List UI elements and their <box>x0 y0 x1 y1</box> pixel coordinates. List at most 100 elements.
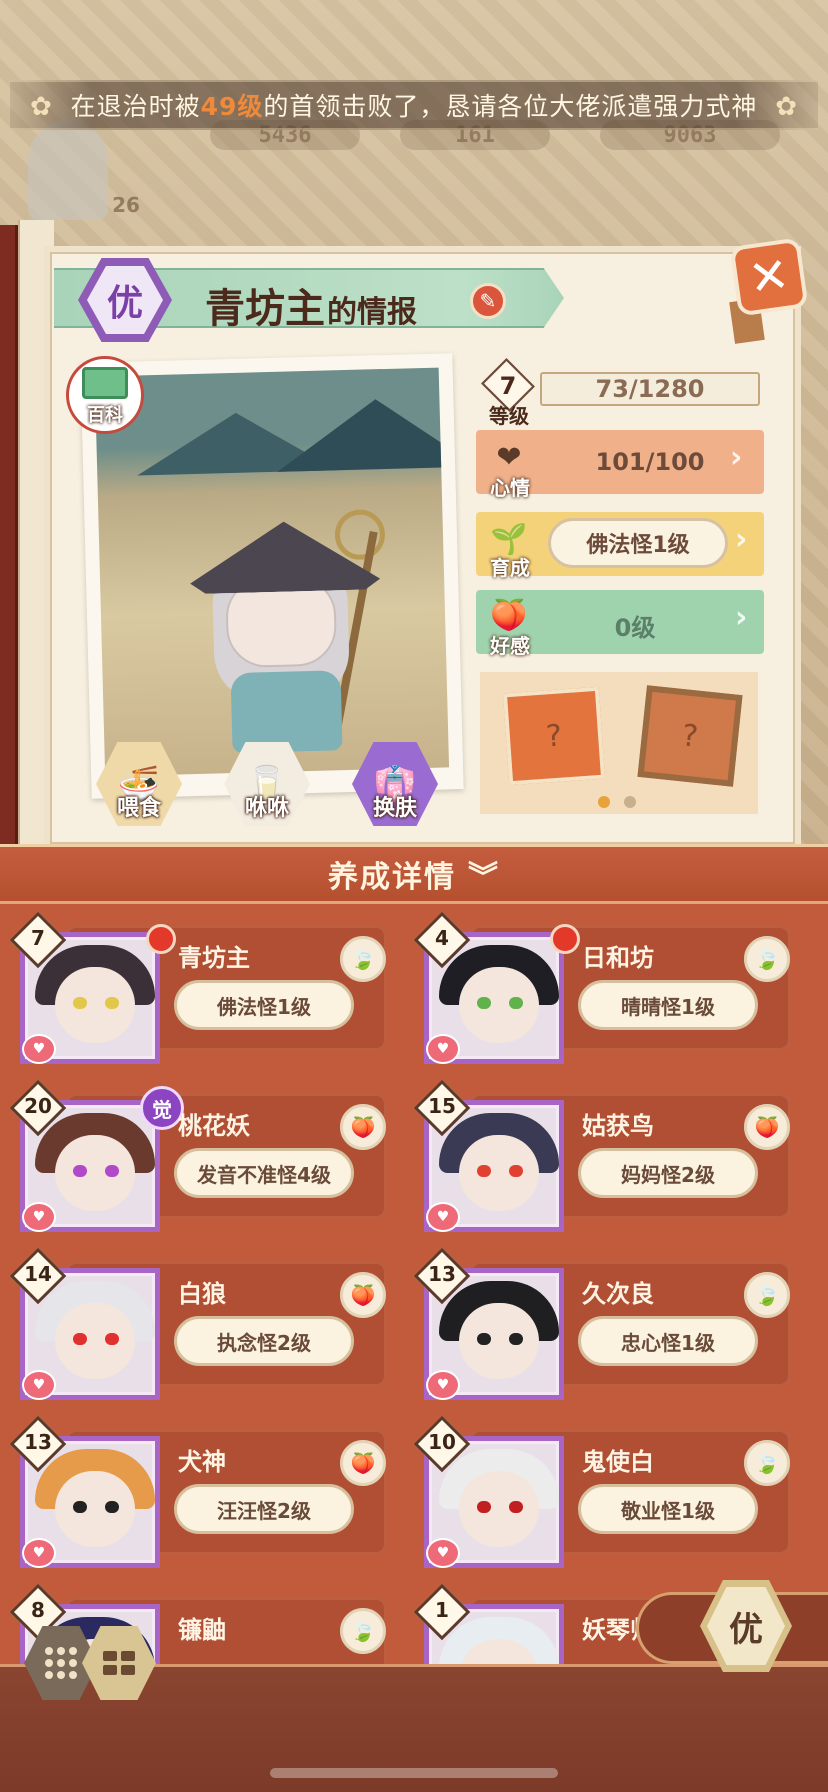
mood-label: 心情 <box>490 476 530 500</box>
leaf-icon[interactable]: 🍃 <box>744 1440 790 1486</box>
close-button[interactable]: ✕ <box>729 237 809 317</box>
character-robe <box>230 670 343 754</box>
peach-icon[interactable]: 🍑 <box>340 1104 386 1150</box>
book-spine <box>0 225 18 845</box>
growth-tag[interactable]: 敬业怪1级 <box>578 1484 758 1534</box>
character-list[interactable]: 7 ♥ 青坊主 佛法怪1级 🍃 4 ♥ 日和坊 晴晴怪1级 🍃 20 ♥ 觉 桃… <box>0 904 828 1664</box>
mood-heart-icon: ♥ <box>22 1202 56 1232</box>
level-value: 7 <box>499 372 517 400</box>
mood-heart-icon: ♥ <box>426 1538 460 1568</box>
character-name: 鬼使白 <box>582 1448 654 1476</box>
leaf-icon[interactable]: 🍃 <box>340 936 386 982</box>
feed-label: 喂食 <box>116 796 161 821</box>
leaf-icon[interactable]: 🍃 <box>744 936 790 982</box>
portrait-eye <box>509 1333 523 1345</box>
portrait-face <box>459 1135 539 1211</box>
rank-filter-label: 优 <box>707 1587 785 1665</box>
character-name: 桃花妖 <box>178 1112 250 1140</box>
skin-label: 换肤 <box>372 796 417 821</box>
portrait-eye <box>105 1501 119 1513</box>
character-level: 15 <box>428 1094 456 1118</box>
growth-tag[interactable]: 晴晴怪1级 <box>578 980 758 1030</box>
details-header[interactable]: 养成详情 ︾ <box>0 844 828 904</box>
portrait-face <box>459 1471 539 1547</box>
portrait-eye <box>477 997 491 1009</box>
book-icon <box>82 367 128 399</box>
mood-heart-icon: ♥ <box>426 1034 460 1064</box>
character-row[interactable]: 7 ♥ 青坊主 佛法怪1级 🍃 <box>6 911 392 1064</box>
growth-tag[interactable]: 发音不准怪4级 <box>174 1148 354 1198</box>
exp-value: 73/1280 <box>540 372 760 406</box>
character-level: 4 <box>435 926 449 950</box>
character-row[interactable]: 13 ♥ 久次良 忠心怪1级 🍃 <box>410 1247 796 1400</box>
mood-heart-icon: ♥ <box>22 1034 56 1064</box>
portrait-eye <box>105 997 119 1009</box>
character-level: 14 <box>24 1262 52 1286</box>
portrait-eye <box>477 1501 491 1513</box>
portrait-eye <box>105 1333 119 1345</box>
mystery-gift-1[interactable]: ? <box>502 686 606 786</box>
mood-heart-icon: ♥ <box>22 1370 56 1400</box>
character-name: 青坊主 <box>205 286 325 332</box>
character-row[interactable]: 20 ♥ 觉 桃花妖 发音不准怪4级 🍑 <box>6 1079 392 1232</box>
leaf-icon[interactable]: 🍃 <box>340 1608 386 1654</box>
notice-prefix: 在退治时被 <box>70 92 201 121</box>
character-name: 日和坊 <box>582 944 654 972</box>
mountain-shape <box>275 396 450 472</box>
rank-label: 优 <box>87 266 163 334</box>
character-row[interactable]: 10 ♥ 鬼使白 敬业怪1级 🍃 <box>410 1415 796 1568</box>
character-row[interactable]: 15 ♥ 姑获鸟 妈妈怪2级 🍑 <box>410 1079 796 1232</box>
portrait-eye <box>509 997 523 1009</box>
details-title: 养成详情 <box>328 860 456 895</box>
flower-icon: ✿ <box>30 92 53 122</box>
notice-bar: ✿ 在退治时被 49级 的首领击败了，恳请各位大佬派遣强力式神 ✿ <box>10 80 818 130</box>
page-dot-active <box>598 796 610 808</box>
encyclopedia-button[interactable]: 百科 <box>66 356 144 434</box>
player-avatar <box>28 120 108 220</box>
portrait-eye <box>73 997 87 1009</box>
portrait-eye <box>73 1333 87 1345</box>
milk-label: 咻咻 <box>244 796 289 821</box>
character-level: 13 <box>428 1262 456 1286</box>
character-row[interactable]: 14 ♥ 白狼 执念怪2级 🍑 <box>6 1247 392 1400</box>
home-indicator <box>270 1768 558 1778</box>
player-level: 26 <box>112 193 140 217</box>
notice-suffix: 的首领击败了，恳请各位大佬派遣强力式神 <box>263 92 758 121</box>
growth-tag[interactable]: 汪汪怪2级 <box>174 1484 354 1534</box>
growth-tag[interactable]: 佛法怪1级 <box>174 980 354 1030</box>
character-name-suffix: 的情报 <box>327 295 417 330</box>
character-level: 20 <box>24 1094 52 1118</box>
affinity-value: 0级 <box>614 614 656 642</box>
growth-tag[interactable]: 忠心怪1级 <box>578 1316 758 1366</box>
page-dot <box>624 796 636 808</box>
character-row[interactable]: 13 ♥ 犬神 汪汪怪2级 🍑 <box>6 1415 392 1568</box>
portrait-face <box>55 1135 135 1211</box>
chevron-right-icon: › <box>730 440 743 475</box>
list-view-icon <box>103 1651 135 1675</box>
character-level: 13 <box>24 1430 52 1454</box>
character-name: 青坊主 <box>178 944 250 972</box>
edit-pencil-icon[interactable]: ✎ <box>470 283 506 319</box>
mood-heart-icon: ♥ <box>426 1202 460 1232</box>
character-name: 姑获鸟 <box>582 1112 654 1140</box>
character-level: 7 <box>31 926 45 950</box>
flower-icon: ✿ <box>775 92 798 122</box>
portrait-face <box>459 1303 539 1379</box>
book-page <box>18 220 54 850</box>
mystery-gift-2[interactable]: ? <box>637 685 743 787</box>
double-chevron-down-icon: ︾ <box>468 860 500 895</box>
leaf-icon[interactable]: 🍃 <box>744 1272 790 1318</box>
peach-icon[interactable]: 🍑 <box>340 1440 386 1486</box>
portrait-face <box>55 1471 135 1547</box>
growth-tag[interactable]: 执念怪2级 <box>174 1316 354 1366</box>
character-name: 白狼 <box>178 1280 226 1308</box>
staff-ring <box>334 509 386 561</box>
character-level: 8 <box>31 1598 45 1622</box>
growth-tag[interactable]: 妈妈怪2级 <box>578 1148 758 1198</box>
peach-icon[interactable]: 🍑 <box>340 1272 386 1318</box>
mood-heart-icon: ♥ <box>426 1370 460 1400</box>
portrait-face <box>55 1303 135 1379</box>
character-row[interactable]: 4 ♥ 日和坊 晴晴怪1级 🍃 <box>410 911 796 1064</box>
peach-icon[interactable]: 🍑 <box>744 1104 790 1150</box>
character-title: 青坊主 的情报 <box>205 276 417 332</box>
